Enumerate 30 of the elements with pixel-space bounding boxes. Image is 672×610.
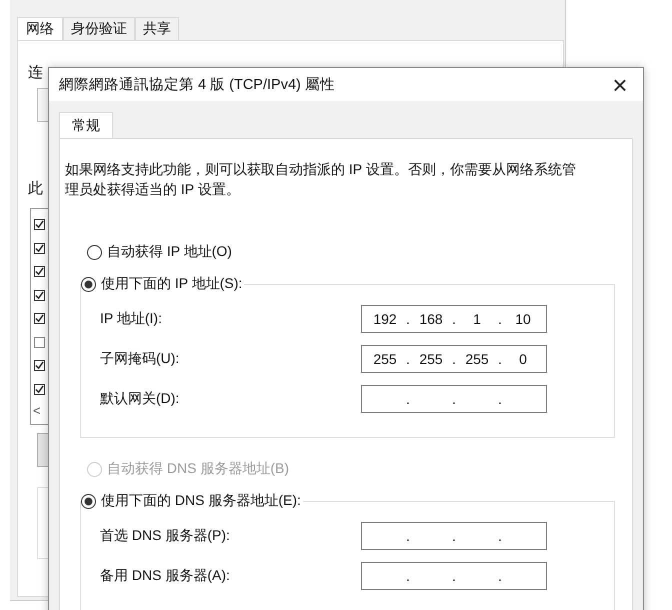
checkbox[interactable] — [34, 242, 45, 254]
ip-address-field[interactable]: 255 . 255 . 255 . 0 — [361, 345, 547, 373]
items-label: 此 — [28, 179, 43, 198]
checkbox[interactable] — [34, 384, 45, 395]
ip-address-field[interactable]: . . . — [361, 385, 547, 413]
radio-option[interactable]: 自动获得 IP 地址(O) — [87, 243, 232, 261]
radio-option[interactable]: 使用下面的 IP 地址(S): — [81, 275, 244, 293]
ip-address-field[interactable]: . . . — [361, 522, 547, 550]
scroll-arrow[interactable]: < — [33, 403, 41, 418]
tab[interactable]: 网络 — [17, 17, 63, 40]
checkbox[interactable] — [34, 336, 45, 348]
tab[interactable]: 身份验证 — [63, 17, 135, 40]
checkbox[interactable] — [34, 313, 45, 324]
ip-address-field[interactable]: . . . — [361, 562, 547, 590]
field-label: 默认网关(D): — [100, 390, 180, 408]
field-label: 子网掩码(U): — [100, 350, 180, 368]
field-label: IP 地址(I): — [100, 310, 162, 328]
tab[interactable]: 常规 — [59, 112, 113, 138]
checkbox[interactable] — [34, 290, 45, 301]
window-title: 網際網路通訊協定第 4 版 (TCP/IPv4) 屬性 — [59, 76, 335, 94]
checkbox[interactable] — [34, 266, 45, 278]
checkbox[interactable] — [34, 360, 45, 372]
description-text: 如果网络支持此功能，则可以获取自动指派的 IP 设置。否则，你需要从网络系统管理员处获得适当的 IP 设置。 — [65, 160, 577, 199]
checkbox[interactable] — [34, 219, 45, 230]
radio-option[interactable]: 使用下面的 DNS 服务器地址(E): — [81, 492, 303, 510]
tab[interactable]: 共享 — [135, 17, 179, 40]
ip-address-field[interactable]: 192 . 168 . 1 . 10 — [361, 305, 547, 333]
field-label: 首选 DNS 服务器(P): — [100, 527, 230, 545]
connection-label: 连 — [28, 63, 43, 82]
field-label: 备用 DNS 服务器(A): — [100, 567, 230, 585]
